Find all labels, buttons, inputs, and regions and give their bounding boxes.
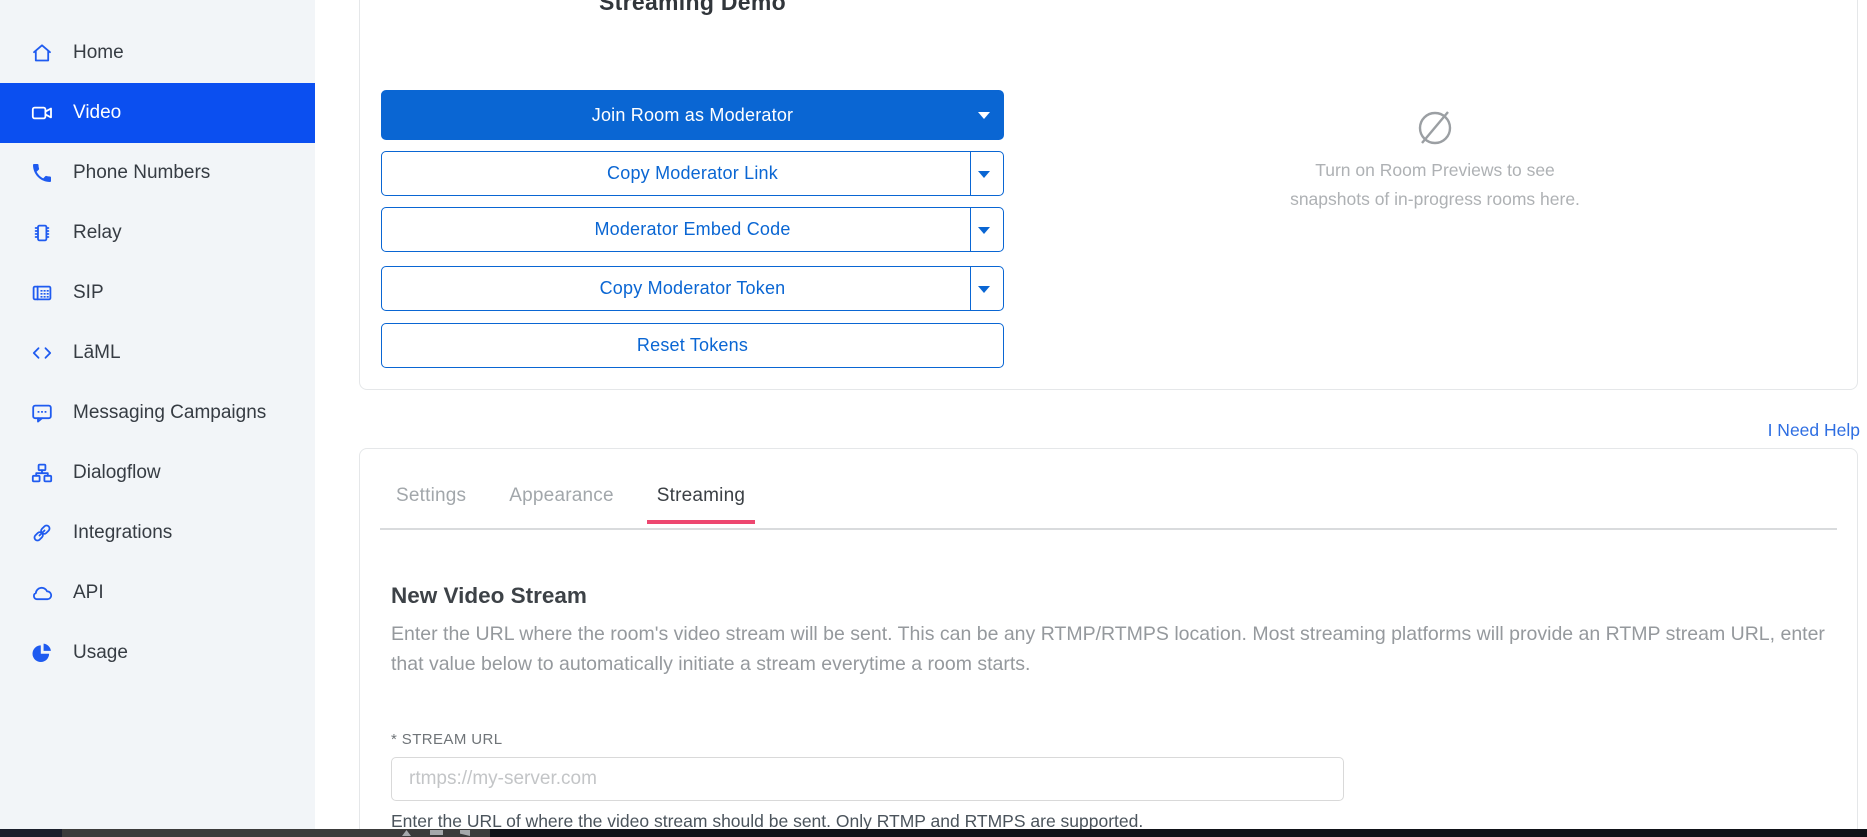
sidebar-item-sip[interactable]: SIP [0,263,315,323]
empty-state-text-line2: snapshots of in-progress rooms here. [1150,185,1720,214]
tab-appearance[interactable]: Appearance [499,479,623,524]
chevron-down-icon[interactable] [978,171,990,178]
sidebar-item-integrations[interactable]: Integrations [0,503,315,563]
join-room-as-moderator-button[interactable]: Join Room as Moderator [381,90,1004,140]
page-title: Streaming Demo [381,0,1004,16]
sidebar-item-label: Integrations [73,522,172,544]
tab-settings-label: Settings [396,485,466,507]
sidebar-item-label: Video [73,102,121,124]
sidebar-item-label: API [73,582,104,604]
tab-settings[interactable]: Settings [386,479,476,524]
sidebar-item-laml[interactable]: LāML [0,323,315,383]
toolbar-icon [430,830,443,835]
i-need-help-link[interactable]: I Need Help [1768,420,1860,441]
cloud-icon [30,581,54,605]
sidebar-item-api[interactable]: API [0,563,315,623]
button-divider [970,208,971,251]
tabs-divider [380,528,1837,530]
chevron-down-icon[interactable] [978,286,990,293]
phone-icon [30,161,54,185]
tab-appearance-label: Appearance [509,485,613,507]
sidebar-item-label: Messaging Campaigns [73,402,266,424]
home-icon [30,41,54,65]
fax-phone-icon [30,281,54,305]
bottom-toolbar-left-segment [0,829,62,837]
sidebar-item-label: SIP [73,282,104,304]
section-title: New Video Stream [391,583,587,609]
chevron-down-icon[interactable] [978,112,990,119]
sidebar-item-home[interactable]: Home [0,23,315,83]
copy-moderator-link-label: Copy Moderator Link [607,163,778,184]
tab-bar: Settings Appearance Streaming [386,479,778,524]
sidebar-item-messaging-campaigns[interactable]: Messaging Campaigns [0,383,315,443]
button-divider [970,152,971,195]
toolbar-icon [460,830,470,836]
moderator-embed-code-button[interactable]: Moderator Embed Code [381,207,1004,252]
code-icon [30,341,54,365]
tab-streaming-label: Streaming [657,485,745,507]
chat-bubble-icon [30,401,54,425]
sidebar-item-label: Usage [73,642,128,664]
sidebar-item-label: Relay [73,222,122,244]
tab-streaming[interactable]: Streaming [647,479,755,524]
sidebar-item-video[interactable]: Video [0,83,315,143]
stream-url-label: * STREAM URL [391,731,503,748]
sidebar-item-relay[interactable]: Relay [0,203,315,263]
bottom-toolbar-dark-segment [490,829,1867,837]
copy-moderator-token-button[interactable]: Copy Moderator Token [381,266,1004,311]
sitemap-icon [30,461,54,485]
chevron-down-icon[interactable] [978,227,990,234]
copy-moderator-link-button[interactable]: Copy Moderator Link [381,151,1004,196]
sidebar-item-phone-numbers[interactable]: Phone Numbers [0,143,315,203]
chip-icon [30,221,54,245]
reset-tokens-button[interactable]: Reset Tokens [381,323,1004,368]
app-window: Home Video Phone Numbers Relay SIP [0,0,1867,837]
empty-slashed-circle-icon [1411,103,1459,151]
room-preview-empty-state: Turn on Room Previews to see snapshots o… [1150,103,1720,213]
bottom-toolbar [0,829,1867,837]
copy-moderator-token-label: Copy Moderator Token [600,278,786,299]
stream-url-input[interactable] [391,757,1344,801]
sidebar-item-label: Dialogflow [73,462,161,484]
bottom-toolbar-gray-segment [62,829,490,837]
cursor-icon [402,830,411,836]
section-description: Enter the URL where the room's video str… [391,619,1836,679]
reset-tokens-label: Reset Tokens [637,335,748,356]
pie-chart-icon [30,641,54,665]
sidebar-item-dialogflow[interactable]: Dialogflow [0,443,315,503]
video-camera-icon [30,101,54,125]
link-icon [30,521,54,545]
room-card: Streaming Demo Join Room as Moderator Co… [359,0,1858,390]
button-divider [970,267,971,310]
empty-state-text-line1: Turn on Room Previews to see [1150,156,1720,185]
sidebar-item-label: Phone Numbers [73,162,210,184]
moderator-embed-code-label: Moderator Embed Code [594,219,790,240]
join-room-button-label: Join Room as Moderator [592,105,794,126]
sidebar-item-usage[interactable]: Usage [0,623,315,683]
sidebar-item-label: Home [73,42,124,64]
sidebar: Home Video Phone Numbers Relay SIP [0,0,315,829]
settings-card: Settings Appearance Streaming New Video … [359,448,1858,837]
sidebar-item-label: LāML [73,342,121,364]
